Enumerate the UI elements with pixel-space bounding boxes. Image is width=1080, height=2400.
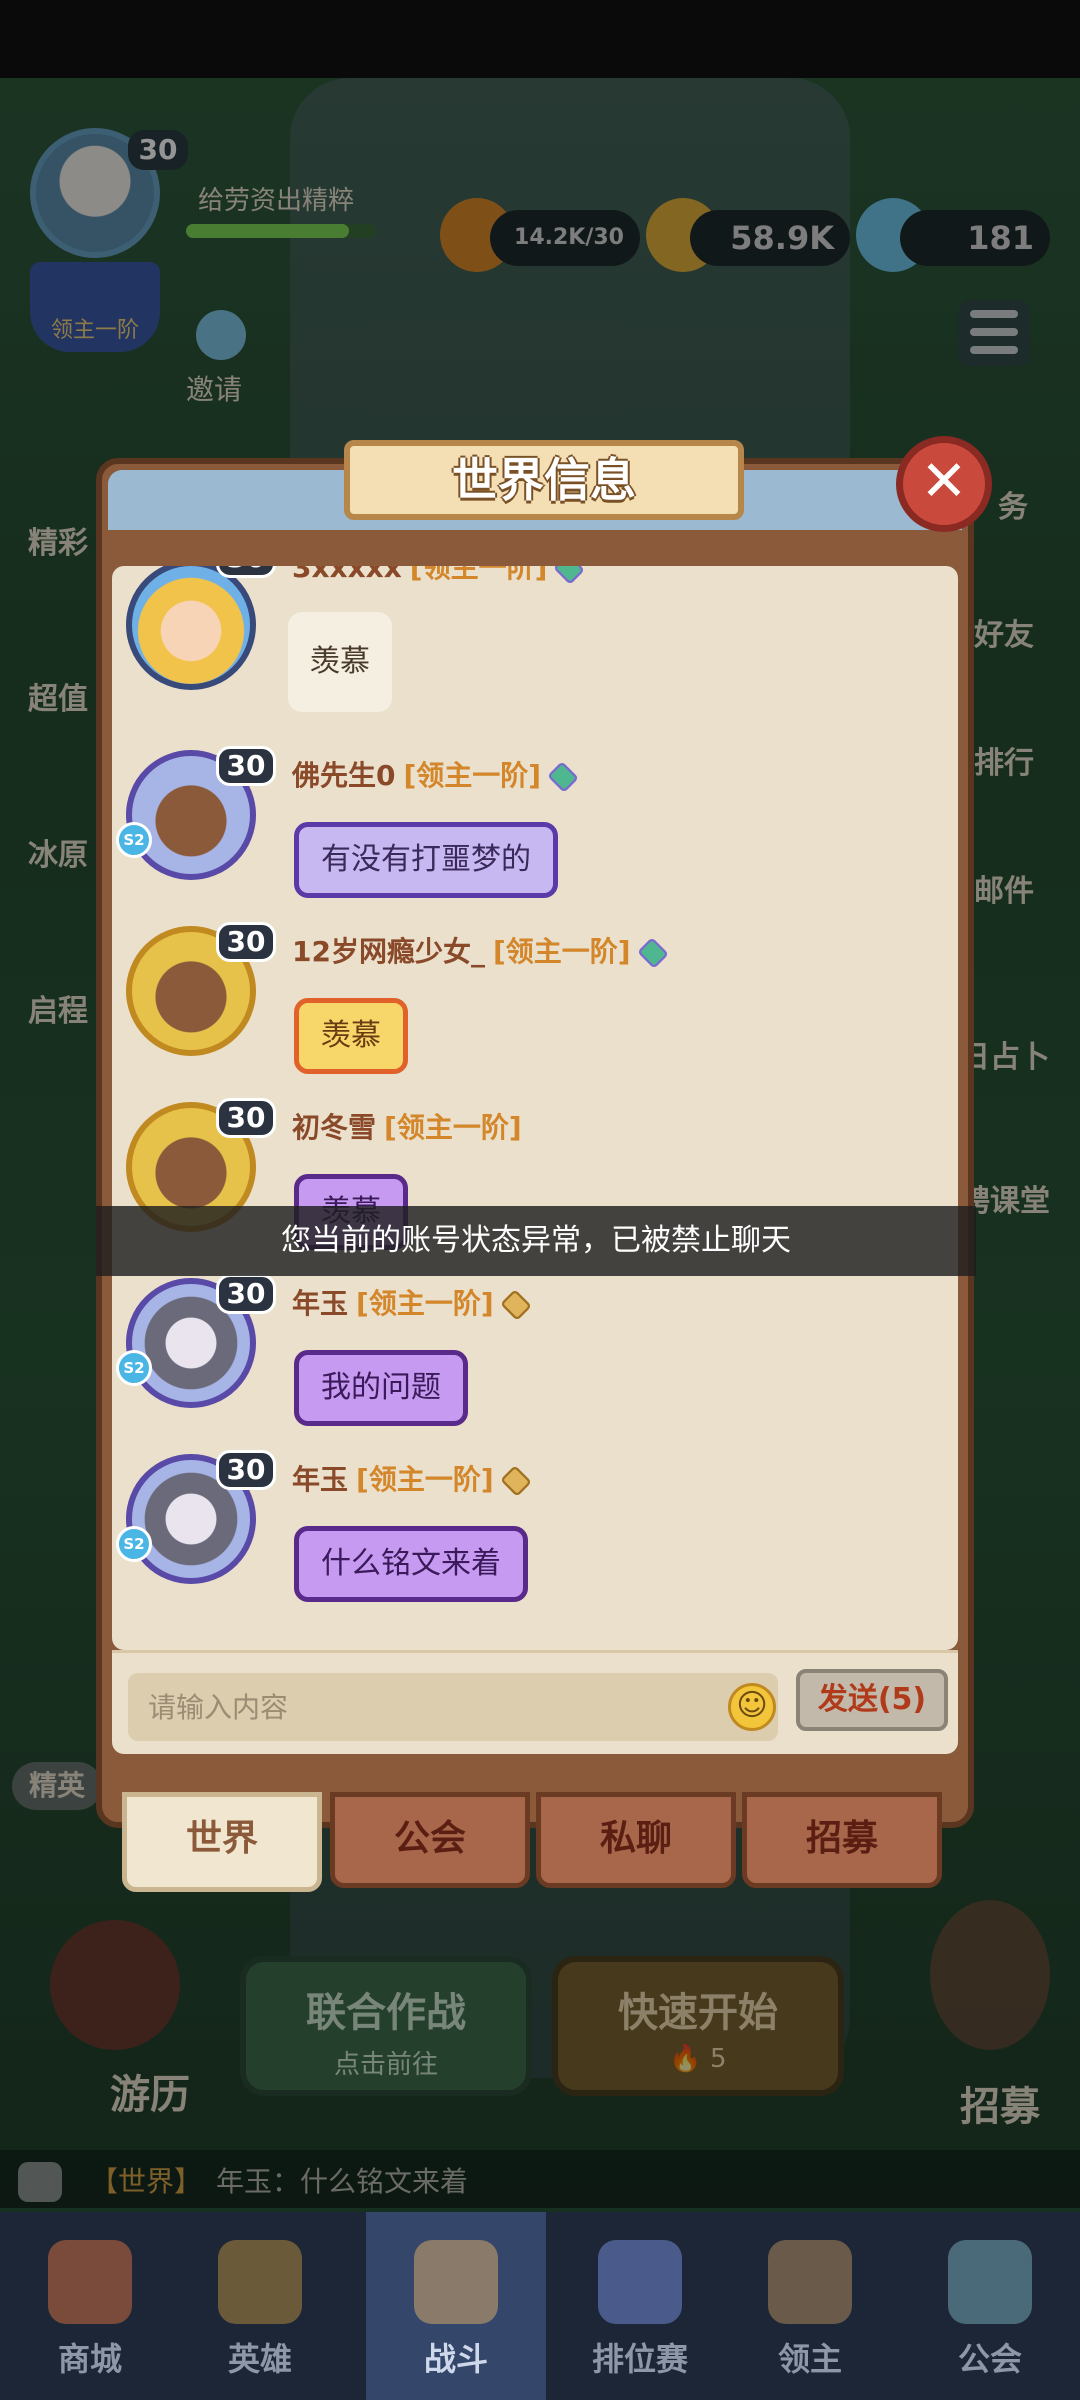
user-level-badge: 30 bbox=[216, 566, 276, 578]
user-level-badge: 30 bbox=[216, 1098, 276, 1138]
user-rank: [领主一阶] bbox=[403, 759, 542, 792]
user-level-badge: 30 bbox=[216, 746, 276, 786]
emoji-icon[interactable]: ☺ bbox=[728, 1683, 776, 1731]
user-level-badge: 30 bbox=[216, 1450, 276, 1490]
close-button[interactable]: ✕ bbox=[896, 436, 992, 532]
user-nickname[interactable]: 3xxxxx bbox=[292, 566, 402, 584]
rank-gem-icon bbox=[499, 1465, 532, 1497]
message-bubble: 羡慕 bbox=[288, 612, 392, 712]
message-bubble: 我的问题 bbox=[294, 1350, 468, 1426]
season-badge: S2 bbox=[116, 1350, 152, 1386]
user-nickname[interactable]: 初冬雪 bbox=[292, 1111, 376, 1144]
message-header: 初冬雪 [领主一阶] bbox=[292, 1106, 522, 1146]
chat-message: 30 S2 年玉 [领主一阶] 什么铭文来着 bbox=[112, 1450, 958, 1630]
chat-message: 30 S2 年玉 [领主一阶] 我的问题 bbox=[112, 1274, 958, 1454]
ranked-shield-icon bbox=[598, 2240, 682, 2324]
nav-ranked-label: 排位赛 bbox=[591, 2340, 688, 2378]
nav-shop-label: 商城 bbox=[57, 2340, 122, 2378]
nav-guild[interactable]: 公会 bbox=[900, 2212, 1080, 2400]
season-badge: S2 bbox=[116, 822, 152, 858]
user-avatar[interactable] bbox=[126, 566, 256, 690]
message-bubble: 羡慕 bbox=[294, 998, 408, 1074]
chat-banned-toast: 您当前的账号状态异常，已被禁止聊天 bbox=[96, 1206, 976, 1276]
chat-input-row: ☺ 发送(5) bbox=[112, 1650, 958, 1754]
tab-recruit[interactable]: 招募 bbox=[742, 1792, 942, 1888]
nav-battle[interactable]: 战斗 bbox=[366, 2212, 546, 2400]
dialog-title: 世界信息 bbox=[316, 440, 772, 520]
crossed-swords-icon bbox=[414, 2240, 498, 2324]
user-nickname[interactable]: 佛先生0 bbox=[292, 759, 395, 792]
chat-message-list[interactable]: 30 3xxxxx[领主一阶] 羡慕 30 S2 佛先生0[领主一阶] 有没有打… bbox=[112, 566, 958, 1650]
chat-message: 30 3xxxxx [领主一阶] 羡慕 bbox=[112, 566, 958, 736]
chat-message: 30 S2 佛先生0 [领主一阶] 有没有打噩梦的 bbox=[112, 746, 958, 926]
message-header: 12岁网瘾少女_ [领主一阶] bbox=[292, 930, 669, 970]
user-rank: [领主一阶] bbox=[384, 1111, 522, 1144]
nav-lord-label: 领主 bbox=[777, 2340, 842, 2378]
user-rank: [领主一阶] bbox=[356, 1287, 494, 1320]
user-level-badge: 30 bbox=[216, 922, 276, 962]
user-level-badge: 30 bbox=[216, 1274, 276, 1314]
shop-icon bbox=[48, 2240, 132, 2324]
nav-lord[interactable]: 领主 bbox=[720, 2212, 900, 2400]
rank-gem-icon bbox=[636, 937, 669, 969]
chat-message: 30 12岁网瘾少女_ [领主一阶] 羡慕 bbox=[112, 922, 958, 1102]
message-bubble: 有没有打噩梦的 bbox=[294, 822, 558, 898]
tab-guild[interactable]: 公会 bbox=[330, 1792, 530, 1888]
nav-shop[interactable]: 商城 bbox=[0, 2212, 180, 2400]
user-rank: [领主一阶] bbox=[356, 1463, 494, 1496]
chat-input[interactable] bbox=[128, 1673, 778, 1741]
user-rank: [领主一阶] bbox=[409, 566, 548, 584]
guild-tower-icon bbox=[948, 2240, 1032, 2324]
nav-guild-label: 公会 bbox=[957, 2340, 1022, 2378]
message-header: 佛先生0 [领主一阶] bbox=[292, 754, 580, 794]
season-badge: S2 bbox=[116, 1526, 152, 1562]
lord-banner-icon bbox=[768, 2240, 852, 2324]
user-nickname[interactable]: 12岁网瘾少女_ bbox=[292, 935, 485, 968]
bottom-navbar: 商城 英雄 战斗 排位赛 领主 公会 bbox=[0, 2212, 1080, 2400]
nav-ranked[interactable]: 排位赛 bbox=[550, 2212, 730, 2400]
close-icon: ✕ bbox=[920, 449, 968, 514]
nav-battle-label: 战斗 bbox=[423, 2340, 488, 2378]
user-rank: [领主一阶] bbox=[492, 935, 631, 968]
message-header: 3xxxxx [领主一阶] bbox=[292, 566, 586, 586]
user-nickname[interactable]: 年玉 bbox=[292, 1287, 348, 1320]
user-nickname[interactable]: 年玉 bbox=[292, 1463, 348, 1496]
message-header: 年玉 [领主一阶] bbox=[292, 1282, 532, 1322]
rank-gem-icon bbox=[553, 566, 586, 585]
hero-card-icon bbox=[218, 2240, 302, 2324]
status-bar bbox=[0, 0, 1080, 78]
chat-channel-tabs: 世界 公会 私聊 招募 bbox=[122, 1792, 942, 1892]
nav-heroes-label: 英雄 bbox=[227, 2340, 292, 2378]
message-bubble: 什么铭文来着 bbox=[294, 1526, 528, 1602]
nav-heroes[interactable]: 英雄 bbox=[170, 2212, 350, 2400]
rank-gem-icon bbox=[499, 1289, 532, 1321]
rank-gem-icon bbox=[547, 761, 580, 793]
tab-world[interactable]: 世界 bbox=[122, 1792, 322, 1892]
send-button[interactable]: 发送(5) bbox=[796, 1669, 948, 1731]
message-header: 年玉 [领主一阶] bbox=[292, 1458, 532, 1498]
tab-private[interactable]: 私聊 bbox=[536, 1792, 736, 1888]
